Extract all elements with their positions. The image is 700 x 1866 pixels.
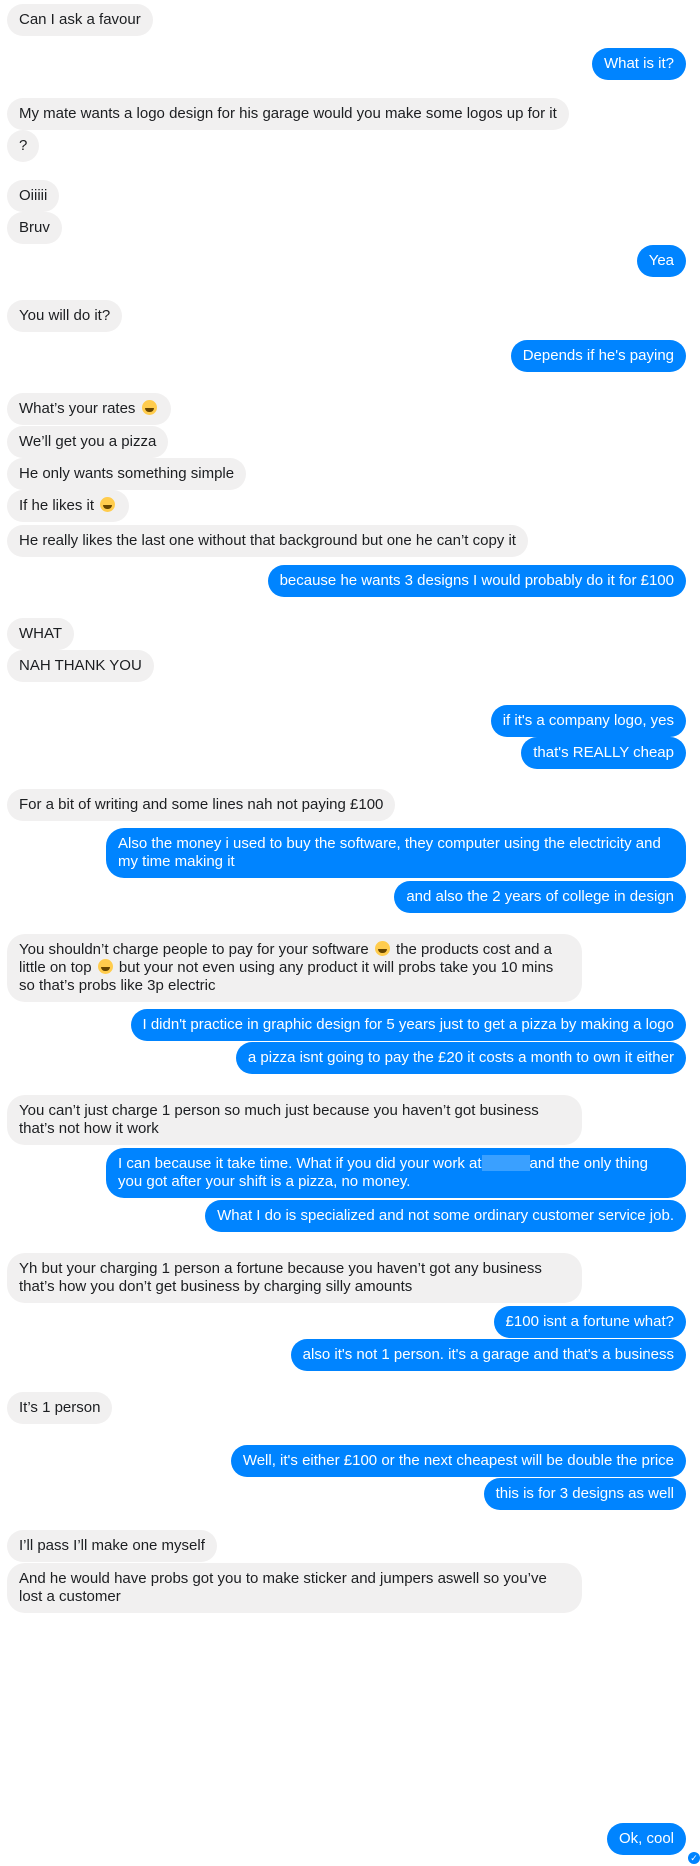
message-text: I can because it take time. What if you … — [118, 1155, 482, 1172]
outgoing-message[interactable]: because he wants 3 designs I would proba… — [267, 565, 686, 597]
incoming-message[interactable]: You shouldn’t charge people to pay for y… — [7, 934, 582, 1002]
incoming-message[interactable]: NAH THANK YOU — [7, 650, 154, 682]
message-text: Ok, cool — [618, 1830, 674, 1847]
outgoing-message[interactable]: Well, it's either £100 or the next cheap… — [230, 1445, 686, 1477]
message-text: You will do it? — [19, 307, 111, 324]
laughing-emoji — [141, 400, 157, 415]
incoming-message[interactable]: Bruv — [7, 212, 62, 244]
outgoing-message[interactable]: and also the 2 years of college in desig… — [394, 881, 686, 913]
message-text: He really likes the last one without tha… — [19, 532, 516, 549]
incoming-message[interactable]: And he would have probs got you to make … — [7, 1563, 582, 1613]
outgoing-message[interactable]: Ok, cool — [606, 1823, 686, 1855]
outgoing-message[interactable]: this is for 3 designs as well — [483, 1478, 686, 1510]
message-text: We’ll get you a pizza — [19, 433, 157, 450]
incoming-message[interactable]: Oiiiii — [7, 180, 60, 212]
message-text: I’ll pass I’ll make one myself — [19, 1537, 205, 1554]
incoming-message[interactable]: My mate wants a logo design for his gara… — [7, 98, 569, 130]
message-text: Bruv — [19, 219, 50, 236]
incoming-message[interactable]: He only wants something simple — [7, 458, 247, 490]
incoming-message[interactable]: WHAT — [7, 618, 75, 650]
message-text: and also the 2 years of college in desig… — [406, 888, 674, 905]
message-text: And he would have probs got you to make … — [19, 1570, 547, 1605]
message-text: £100 isnt a fortune what? — [505, 1313, 674, 1330]
message-text: if it's a company logo, yes — [502, 712, 674, 729]
outgoing-message[interactable]: that's REALLY cheap — [521, 737, 686, 769]
outgoing-message[interactable]: I can because it take time. What if you … — [106, 1148, 686, 1198]
message-text: Oiiiii — [19, 187, 48, 204]
outgoing-message[interactable]: a pizza isnt going to pay the £20 it cos… — [235, 1042, 686, 1074]
outgoing-message[interactable]: Yea — [636, 245, 686, 277]
outgoing-message[interactable]: £100 isnt a fortune what? — [493, 1306, 686, 1338]
seen-check-icon: ✓ — [688, 1852, 700, 1864]
message-text: It’s 1 person — [19, 1399, 101, 1416]
message-text: also it's not 1 person. it's a garage an… — [302, 1346, 674, 1363]
message-text: My mate wants a logo design for his gara… — [19, 105, 557, 122]
message-text: Depends if he's paying — [522, 347, 674, 364]
incoming-message[interactable]: I’ll pass I’ll make one myself — [7, 1530, 217, 1562]
redacted-block — [481, 1155, 530, 1171]
message-text: a pizza isnt going to pay the £20 it cos… — [247, 1049, 674, 1066]
message-text: WHAT — [19, 625, 63, 642]
incoming-message[interactable]: ? — [7, 130, 40, 162]
message-text: that's REALLY cheap — [533, 744, 674, 761]
outgoing-message[interactable]: Also the money i used to buy the softwar… — [106, 828, 686, 878]
incoming-message[interactable]: You can’t just charge 1 person so much j… — [7, 1095, 582, 1145]
message-text: What I do is specialized and not some or… — [217, 1207, 674, 1224]
wink-emoji — [100, 497, 116, 512]
chat-thread: Can I ask a favour What is it? My mate wan… — [0, 0, 700, 1866]
laughing-emoji — [97, 959, 113, 974]
message-text: NAH THANK YOU — [19, 657, 142, 674]
incoming-message[interactable]: It’s 1 person — [7, 1392, 113, 1424]
message-text: Well, it's either £100 or the next cheap… — [242, 1452, 674, 1469]
message-text: Yh but your charging 1 person a fortune … — [19, 1260, 542, 1295]
outgoing-message[interactable]: What I do is specialized and not some or… — [205, 1200, 686, 1232]
message-text: You shouldn’t charge people to pay for y… — [19, 941, 369, 958]
message-text: this is for 3 designs as well — [495, 1485, 674, 1502]
message-text: What’s your rates — [19, 400, 136, 417]
message-text: Also the money i used to buy the softwar… — [118, 835, 661, 870]
outgoing-message[interactable]: What is it? — [591, 48, 686, 80]
laughing-emoji — [374, 941, 390, 956]
message-text: If he likes it — [19, 497, 95, 514]
message-text: I didn't practice in graphic design for … — [142, 1016, 675, 1033]
outgoing-message[interactable]: also it's not 1 person. it's a garage an… — [290, 1339, 686, 1371]
incoming-message[interactable]: Yh but your charging 1 person a fortune … — [7, 1253, 582, 1303]
message-text: For a bit of writing and some lines nah … — [19, 796, 384, 813]
message-text: Can I ask a favour — [19, 11, 141, 28]
incoming-message[interactable]: What’s your rates — [7, 393, 171, 425]
incoming-message[interactable]: We’ll get you a pizza — [7, 426, 169, 458]
incoming-message[interactable]: If he likes it — [7, 490, 130, 522]
incoming-message[interactable]: Can I ask a favour — [7, 4, 153, 36]
message-text: What is it? — [603, 55, 674, 72]
outgoing-message[interactable]: I didn't practice in graphic design for … — [130, 1009, 686, 1041]
message-text: because he wants 3 designs I would proba… — [279, 572, 674, 589]
outgoing-message[interactable]: if it's a company logo, yes — [490, 705, 686, 737]
outgoing-message[interactable]: Depends if he's paying — [510, 340, 686, 372]
message-text: You can’t just charge 1 person so much j… — [19, 1102, 539, 1137]
message-text: ? — [19, 137, 28, 154]
incoming-message[interactable]: For a bit of writing and some lines nah … — [7, 789, 396, 821]
message-text: Yea — [648, 252, 674, 269]
incoming-message[interactable]: He really likes the last one without tha… — [7, 525, 528, 557]
incoming-message[interactable]: You will do it? — [7, 300, 123, 332]
message-text: He only wants something simple — [19, 465, 235, 482]
